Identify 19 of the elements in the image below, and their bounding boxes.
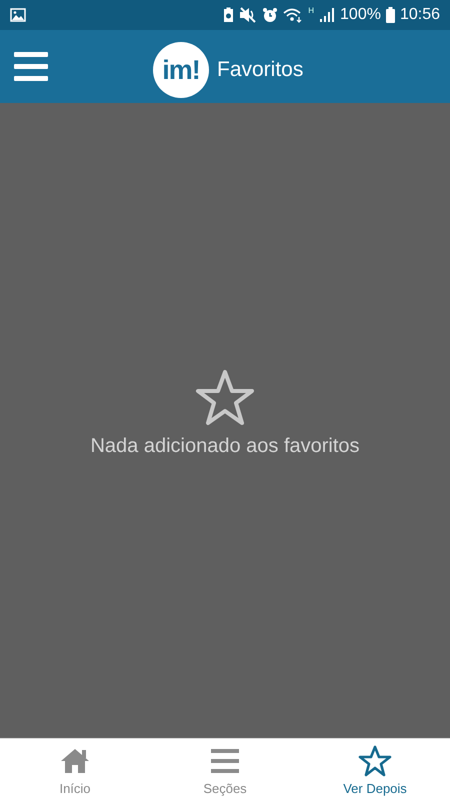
- battery-icon: [386, 7, 395, 23]
- star-icon: [194, 369, 256, 427]
- battery-saver-icon: [223, 7, 234, 23]
- network-type: H: [308, 6, 314, 15]
- star-icon: [358, 745, 392, 777]
- image-icon: [10, 8, 26, 22]
- wifi-icon: [283, 7, 304, 23]
- clock-time: 10:56: [400, 6, 440, 24]
- screen-title: Favoritos: [217, 58, 304, 82]
- battery-percent: 100%: [340, 6, 381, 24]
- menu-button[interactable]: [14, 52, 48, 82]
- nav-tab[interactable]: Início: [0, 739, 150, 800]
- nav-tab[interactable]: Ver Depois: [300, 739, 450, 800]
- app-logo: im!: [153, 42, 209, 98]
- signal-icon: [319, 8, 336, 22]
- mute-icon: [239, 7, 258, 23]
- empty-message: Nada adicionado aos favoritos: [90, 435, 360, 458]
- alarm-icon: [262, 7, 278, 23]
- nav-tab[interactable]: Seções: [150, 739, 300, 800]
